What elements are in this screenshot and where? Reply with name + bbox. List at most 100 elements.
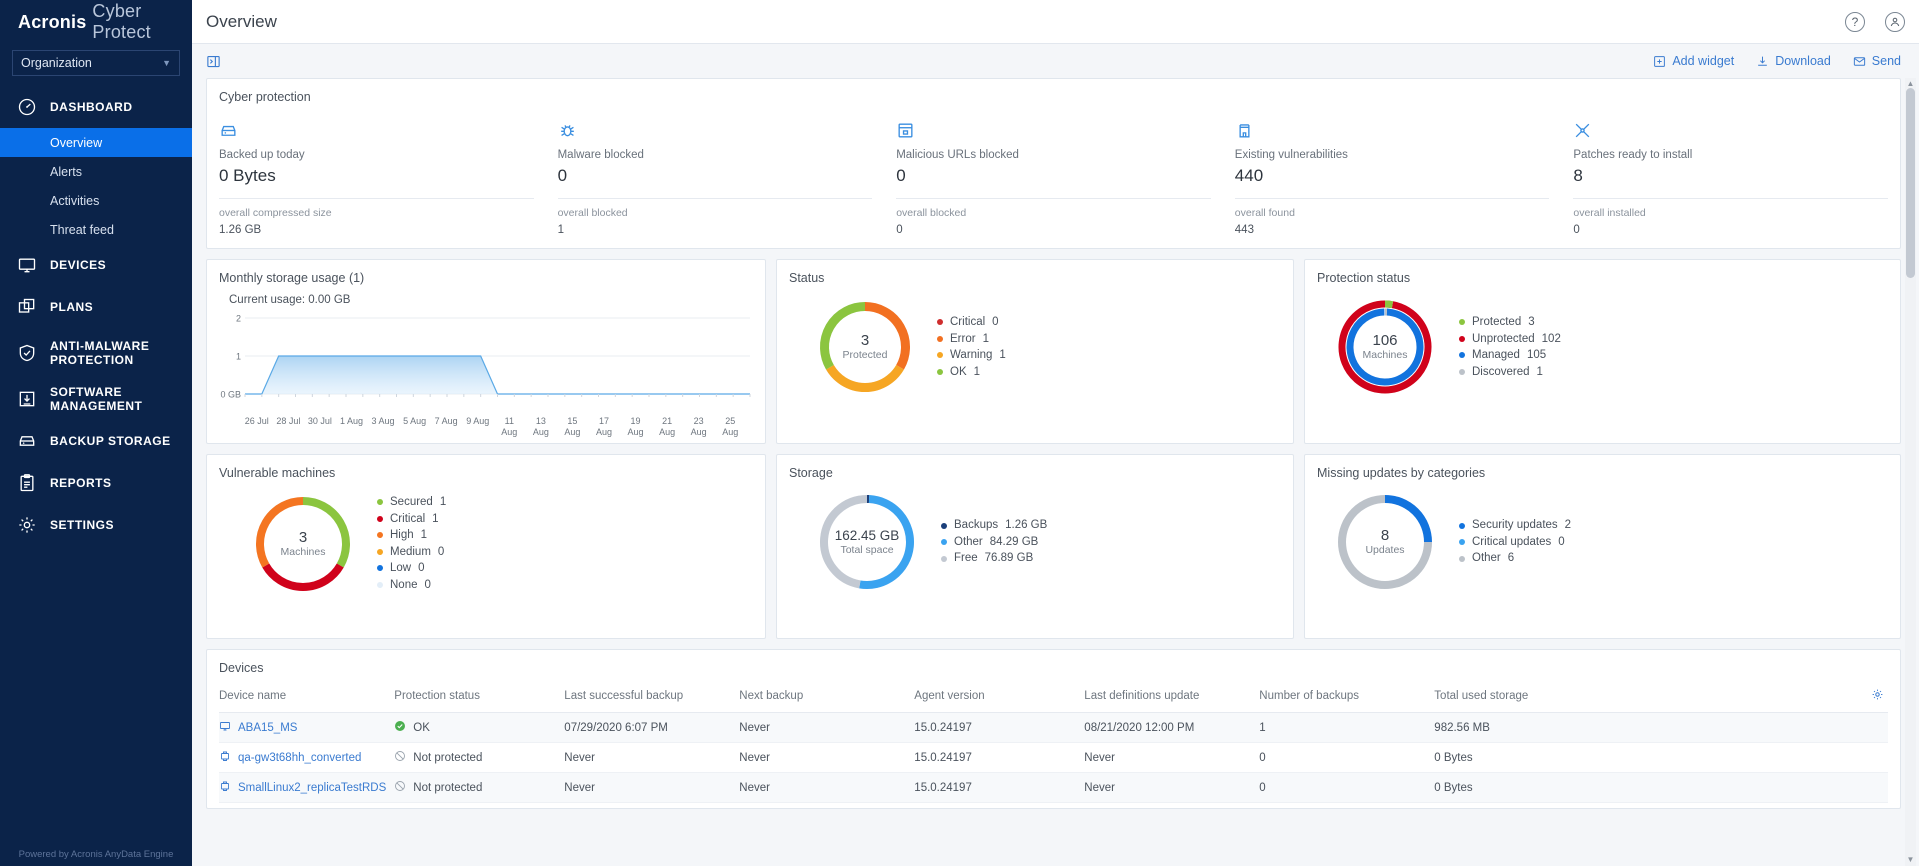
metric-existing-vulnerabilities[interactable]: Existing vulnerabilities 440 overall fou…	[1223, 110, 1562, 236]
legend-item[interactable]: Other 84.29 GB	[941, 534, 1047, 551]
sidebar-item-backup-storage[interactable]: BACKUP STORAGE	[0, 420, 192, 462]
column-header[interactable]: Last successful backup	[564, 679, 739, 713]
cell-last-successful-backup: Never	[564, 773, 739, 803]
collapse-panel-icon[interactable]	[206, 54, 221, 69]
legend-label: Discovered	[1472, 364, 1530, 381]
cell-device-name[interactable]: SmallLinux1_VRest_replica	[219, 803, 394, 810]
legend-item[interactable]: Medium 0	[377, 544, 446, 561]
sidebar-item-dashboard[interactable]: DASHBOARD	[0, 86, 192, 128]
column-header[interactable]: Agent version	[914, 679, 1084, 713]
legend-item[interactable]: Critical updates 0	[1459, 534, 1571, 551]
table-row[interactable]: SmallLinux2_replicaTestRDS Not protected…	[219, 773, 1888, 803]
vulnerable-machines-donut[interactable]: 3 Machines	[255, 496, 351, 592]
table-row[interactable]: SmallLinux1_VRest_replica Not protected …	[219, 803, 1888, 810]
devices-title: Devices	[207, 650, 1900, 675]
column-header[interactable]: Total used storage	[1434, 679, 1823, 713]
legend-item[interactable]: Other 6	[1459, 550, 1571, 567]
legend-item[interactable]: Backups 1.26 GB	[941, 517, 1047, 534]
cell-total-used-storage: 982.56 MB	[1434, 713, 1823, 743]
x-axis-label: 30 Jul	[304, 416, 336, 437]
legend-item[interactable]: High 1	[377, 527, 446, 544]
device-name-link[interactable]: SmallLinux2_replicaTestRDS	[238, 782, 386, 794]
sidebar-item-anti-malware-protection[interactable]: ANTI-MALWARE PROTECTION	[0, 328, 192, 378]
legend-color-dot	[937, 319, 943, 325]
cell-device-name[interactable]: qa-gw3t68hh_converted	[219, 743, 394, 773]
x-axis-label: 5 Aug	[399, 416, 431, 437]
sidebar-item-plans[interactable]: PLANS	[0, 286, 192, 328]
sidebar-item-alerts[interactable]: Alerts	[0, 157, 192, 186]
cell-device-name[interactable]: ABA15_MS	[219, 713, 394, 743]
metric-patches-ready-to-install[interactable]: Patches ready to install 8 overall insta…	[1561, 110, 1900, 236]
cell-last-definitions-update: 08/21/2020 12:00 PM	[1084, 713, 1259, 743]
column-header[interactable]: Last definitions update	[1084, 679, 1259, 713]
devices-table-body: ABA15_MS OK 07/29/2020 6:07 PM Never 15.…	[219, 713, 1888, 810]
chevron-down-icon: ▼	[162, 58, 171, 68]
sidebar-item-devices[interactable]: DEVICES	[0, 244, 192, 286]
legend-item[interactable]: Low 0	[377, 560, 446, 577]
x-axis-label: 13Aug	[525, 416, 557, 437]
sidebar-item-activities[interactable]: Activities	[0, 186, 192, 215]
vulnerable-machines-legend: Secured 1 Critical 1 High 1 Medium 0 Low…	[377, 494, 446, 593]
legend-item[interactable]: Critical 0	[937, 314, 1006, 331]
legend-item[interactable]: Security updates 2	[1459, 517, 1571, 534]
user-circle-icon[interactable]	[1885, 12, 1905, 32]
cell-device-name[interactable]: SmallLinux2_replicaTestRDS	[219, 773, 394, 803]
area-chart-svg: 210 GB	[215, 310, 755, 410]
metric-sub-label: overall found	[1235, 207, 1550, 219]
protection-status-body: 106 Machines Protected 3 Unprotected 102…	[1305, 285, 1900, 395]
sidebar-item-settings[interactable]: SETTINGS	[0, 504, 192, 546]
svg-text:2: 2	[236, 314, 241, 324]
column-header[interactable]: Protection status	[394, 679, 564, 713]
table-row[interactable]: ABA15_MS OK 07/29/2020 6:07 PM Never 15.…	[219, 713, 1888, 743]
legend-item[interactable]: Managed 105	[1459, 347, 1561, 364]
status-donut[interactable]: 3 Protected	[819, 301, 911, 393]
legend-item[interactable]: Protected 3	[1459, 314, 1561, 331]
device-name-link[interactable]: qa-gw3t68hh_converted	[238, 752, 361, 764]
table-row[interactable]: qa-gw3t68hh_converted Not protected Neve…	[219, 743, 1888, 773]
legend-item[interactable]: Discovered 1	[1459, 364, 1561, 381]
question-circle-icon[interactable]: ?	[1845, 12, 1865, 32]
device-name-link[interactable]: ABA15_MS	[238, 722, 297, 734]
metric-malware-blocked[interactable]: Malware blocked 0 overall blocked 1	[546, 110, 885, 236]
download-button[interactable]: Download	[1756, 54, 1831, 68]
legend-item[interactable]: None 0	[377, 577, 446, 594]
add-widget-button[interactable]: Add widget	[1653, 54, 1734, 68]
metric-malicious-urls-blocked[interactable]: Malicious URLs blocked 0 overall blocked…	[884, 110, 1223, 236]
scroll-down-arrow[interactable]: ▼	[1905, 854, 1916, 866]
missing-updates-donut[interactable]: 8 Updates	[1337, 494, 1433, 590]
column-header[interactable]: Device name	[219, 679, 394, 713]
status-text: Not protected	[413, 752, 482, 764]
monitor-icon	[219, 720, 231, 735]
cell-next-backup: Never	[739, 773, 914, 803]
legend-color-dot	[1459, 319, 1465, 325]
legend-item[interactable]: Unprotected 102	[1459, 331, 1561, 348]
storage-donut[interactable]: 162.45 GB Total space	[819, 494, 915, 590]
legend-item[interactable]: OK 1	[937, 364, 1006, 381]
legend-item[interactable]: Error 1	[937, 331, 1006, 348]
column-header[interactable]: Next backup	[739, 679, 914, 713]
table-settings-button[interactable]	[1823, 679, 1888, 713]
metric-backed-up-today[interactable]: Backed up today 0 Bytes overall compress…	[207, 110, 546, 236]
donut-label: Total space	[840, 544, 893, 557]
legend-item[interactable]: Critical 1	[377, 511, 446, 528]
column-header[interactable]: Number of backups	[1259, 679, 1434, 713]
sidebar-item-software-management[interactable]: SOFTWARE MANAGEMENT	[0, 378, 192, 420]
legend-value: 0	[418, 560, 424, 577]
legend-item[interactable]: Warning 1	[937, 347, 1006, 364]
vertical-scrollbar[interactable]: ▲ ▼	[1905, 78, 1916, 866]
organization-selector[interactable]: Organization ▼	[12, 50, 180, 76]
x-axis-label: 1 Aug	[336, 416, 368, 437]
legend-item[interactable]: Free 76.89 GB	[941, 550, 1047, 567]
sidebar-item-threat-feed[interactable]: Threat feed	[0, 215, 192, 244]
metric-value: 440	[1235, 166, 1550, 186]
scrollbar-thumb[interactable]	[1906, 88, 1915, 278]
protection-status-donut[interactable]: 106 Machines	[1337, 299, 1433, 395]
widget-title: Monthly storage usage (1)	[207, 260, 765, 285]
sidebar-item-reports[interactable]: REPORTS	[0, 462, 192, 504]
legend-value: 0	[992, 314, 998, 331]
legend-color-dot	[937, 369, 943, 375]
send-button[interactable]: Send	[1853, 54, 1901, 68]
legend-item[interactable]: Secured 1	[377, 494, 446, 511]
donut-value: 3	[861, 332, 869, 349]
sidebar-item-overview[interactable]: Overview	[0, 128, 192, 157]
